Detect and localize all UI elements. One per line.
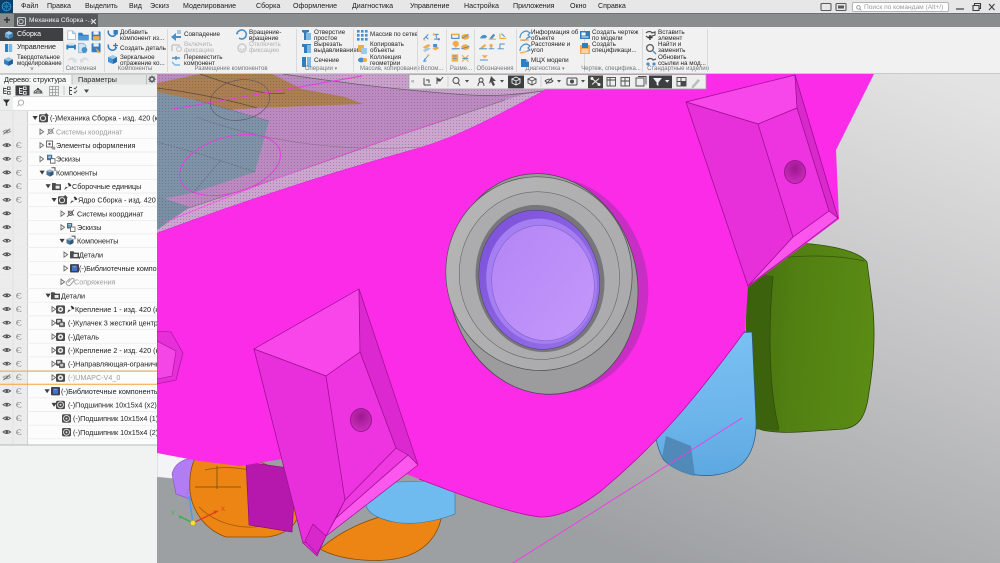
svg-text:Є: Є [16, 372, 22, 382]
svg-text:Є: Є [16, 181, 22, 191]
svg-text:X: X [221, 507, 225, 513]
svg-text:(-)Направляющая-ограничител: (-)Направляющая-ограничител [68, 360, 158, 369]
svg-text:(-)Механика Сборка - изд. 420: (-)Механика Сборка - изд. 420 (компа [50, 114, 158, 123]
svg-text:Сопряжения: Сопряжения [74, 278, 116, 287]
svg-text:Дерево: структура: Дерево: структура [4, 75, 67, 84]
svg-text:(-)UMAPC-V4_0: (-)UMAPC-V4_0 [68, 373, 120, 382]
svg-text:Є: Є [16, 345, 22, 355]
svg-text:Параметры: Параметры [78, 75, 117, 84]
svg-text:(-)Библиотечные компонен: (-)Библиотечные компонен [79, 264, 158, 273]
svg-text:(-)Деталь: (-)Деталь [68, 332, 99, 341]
svg-text:Детали: Детали [79, 250, 103, 259]
svg-text:Є: Є [16, 359, 22, 369]
svg-text:Z: Z [186, 490, 190, 496]
svg-text:Системы координат: Системы координат [77, 209, 144, 218]
svg-text:Элементы оформления: Элементы оформления [56, 141, 136, 150]
svg-text:Є: Є [16, 167, 22, 177]
svg-text:Є: Є [16, 413, 22, 423]
svg-text:Системы координат: Системы координат [56, 127, 123, 136]
svg-text:Є: Є [16, 386, 22, 396]
svg-text:Детали: Детали [61, 291, 85, 300]
svg-text:(-)Подшипник 10х15х4 (2): (-)Подшипник 10х15х4 (2) [73, 428, 158, 437]
svg-text:Є: Є [16, 427, 22, 437]
svg-text:Є: Є [16, 304, 22, 314]
svg-text:Компоненты: Компоненты [77, 237, 118, 246]
svg-text:(-)Подшипник 10х15х4 (1): (-)Подшипник 10х15х4 (1) [73, 414, 158, 423]
svg-text:Крепление 1 - изд. 420 (компа: Крепление 1 - изд. 420 (компа [75, 305, 158, 314]
svg-text:Є: Є [16, 140, 22, 150]
svg-text:(-)Библиотечные компоненты: (-)Библиотечные компоненты [61, 387, 158, 396]
svg-text:Эскизы: Эскизы [77, 223, 101, 232]
svg-text:Ядро Сборка - изд. 420 (комп: Ядро Сборка - изд. 420 (комп [78, 196, 158, 205]
svg-text:Є: Є [16, 290, 22, 300]
svg-text:Є: Є [16, 318, 22, 328]
svg-text:Эскизы: Эскизы [56, 155, 80, 164]
svg-text:Є: Є [16, 195, 22, 205]
svg-text:Є: Є [16, 331, 22, 341]
svg-text:(-)Кулачек 3 жесткий центр - и: (-)Кулачек 3 жесткий центр - из [68, 319, 158, 328]
svg-text:Є: Є [16, 400, 22, 410]
svg-text:Компоненты: Компоненты [56, 168, 97, 177]
svg-text:Y: Y [171, 511, 175, 517]
svg-text:Є: Є [16, 154, 22, 164]
svg-text:(-)Подшипник 10х15х4 (х2): (-)Подшипник 10х15х4 (х2) [68, 401, 157, 410]
svg-text:Сборочные единицы: Сборочные единицы [72, 182, 141, 191]
svg-text:(-)Крепление 2 - изд. 420 (ком: (-)Крепление 2 - изд. 420 (комп [68, 346, 158, 355]
